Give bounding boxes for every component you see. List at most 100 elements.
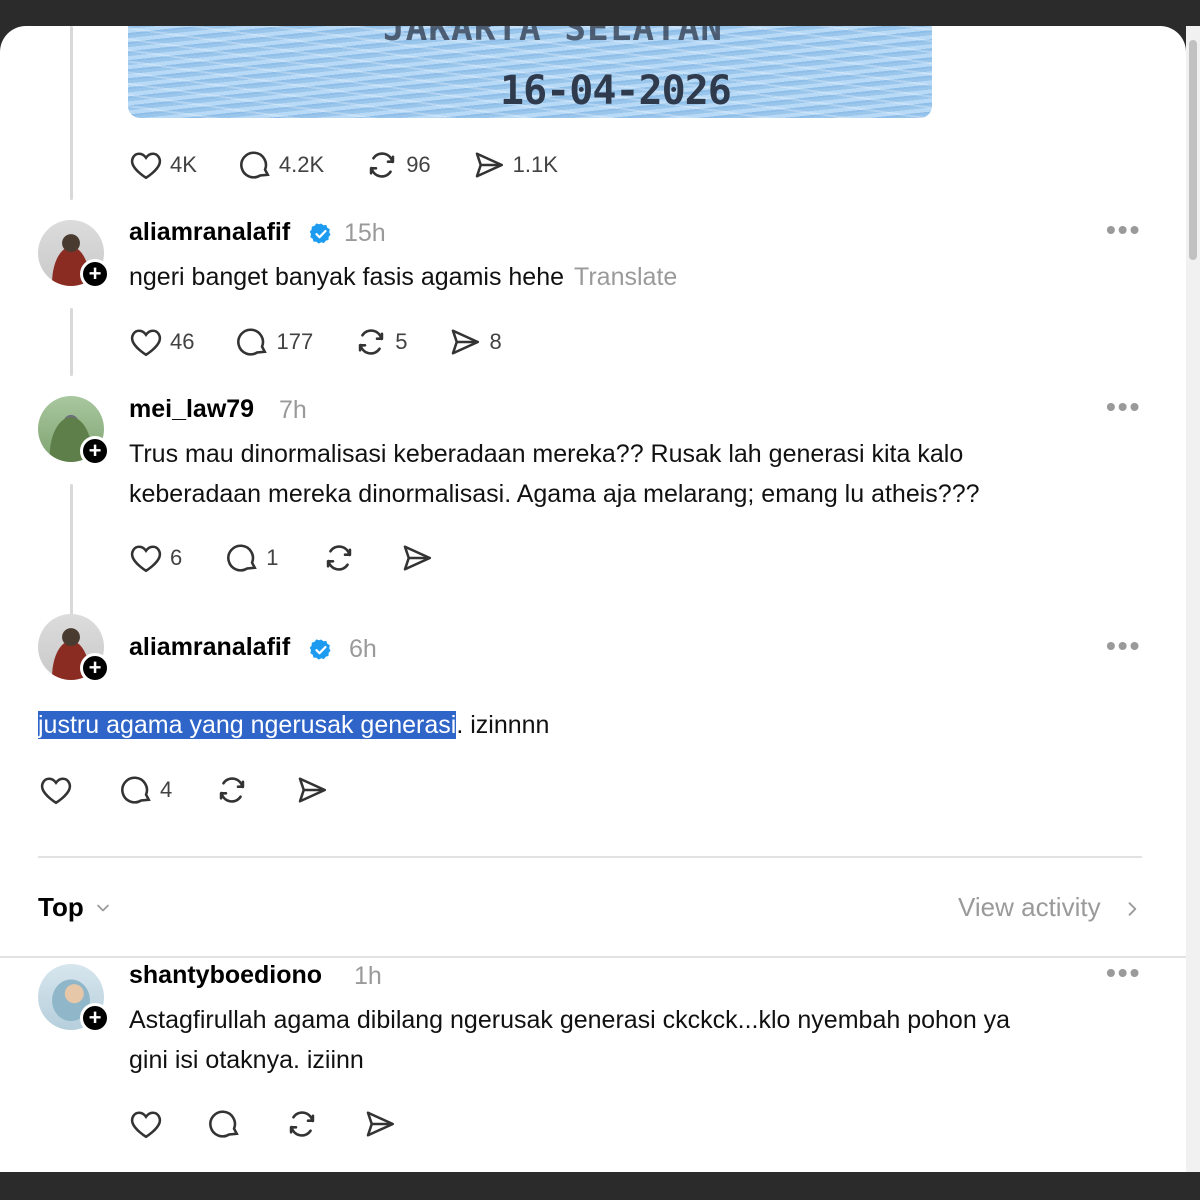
repost-button[interactable] xyxy=(284,1106,320,1142)
comment-icon xyxy=(237,328,268,356)
chevron-right-icon[interactable] xyxy=(1122,898,1142,920)
username[interactable]: mei_law79 xyxy=(129,395,254,424)
share-button[interactable]: 1.1K xyxy=(471,147,558,183)
share-button[interactable]: 8 xyxy=(447,324,502,360)
repost-button[interactable]: 5 xyxy=(353,324,407,360)
reply-action-bar: 46 177 5 8 xyxy=(128,322,502,362)
image-text-date: 16-04-2026 xyxy=(500,68,732,114)
thread-line xyxy=(70,484,73,620)
selected-text[interactable]: justru agama yang ngerusak generasi xyxy=(38,711,457,739)
like-count: 46 xyxy=(170,329,195,354)
heart-icon xyxy=(130,1111,162,1139)
timestamp: 15h xyxy=(344,219,386,247)
like-button[interactable] xyxy=(128,1106,164,1142)
view-activity-link[interactable]: View activity xyxy=(958,892,1101,923)
comment-action-bar xyxy=(128,1104,398,1144)
translate-link[interactable]: Translate xyxy=(574,263,677,291)
reply-text: ngeri banget banyak fasis agamis hehe Tra… xyxy=(129,257,677,297)
reply-button[interactable]: 177 xyxy=(234,324,313,360)
username[interactable]: aliamranalafif xyxy=(129,633,290,662)
more-options-icon[interactable]: ••• xyxy=(1106,957,1141,989)
like-button[interactable]: 46 xyxy=(128,324,194,360)
heart-icon xyxy=(130,152,162,180)
reply-button[interactable]: 4 xyxy=(118,772,172,808)
send-icon xyxy=(298,777,327,803)
send-icon xyxy=(403,545,431,571)
timestamp: 6h xyxy=(349,635,377,663)
more-options-icon[interactable]: ••• xyxy=(1106,214,1141,246)
post-image[interactable]: JAKARTA SELATAN 16-04-2026 xyxy=(128,26,932,118)
share-button[interactable] xyxy=(294,772,330,808)
reply-count: 4.2K xyxy=(278,152,325,177)
comment-text-line-1: Astagfirullah agama dibilang ngerusak ge… xyxy=(129,1006,1011,1034)
repost-icon xyxy=(220,777,245,803)
follow-plus-icon[interactable]: + xyxy=(80,653,110,683)
divider xyxy=(0,956,1186,958)
reply-count: 1 xyxy=(266,545,279,570)
sort-dropdown[interactable]: Top xyxy=(38,892,84,923)
comment-icon xyxy=(209,1110,239,1138)
reply-text: justru agama yang ngerusak generasi. izi… xyxy=(38,705,549,745)
like-count: 6 xyxy=(170,545,183,570)
reply-action-bar: 4 xyxy=(38,770,330,810)
share-count: 1.1K xyxy=(512,152,558,177)
heart-icon xyxy=(130,545,162,573)
chevron-down-icon[interactable] xyxy=(93,898,113,918)
comment-icon xyxy=(240,151,270,179)
share-button[interactable] xyxy=(362,1106,398,1142)
thread-line xyxy=(70,26,73,200)
repost-icon xyxy=(289,1111,315,1137)
post-action-bar: 4K 4.2K 96 1.1K xyxy=(128,145,558,185)
timestamp: 1h xyxy=(354,962,382,990)
repost-button[interactable]: 96 xyxy=(364,147,431,183)
reply-button[interactable]: 1 xyxy=(224,540,279,576)
repost-button[interactable] xyxy=(321,540,357,576)
like-button[interactable] xyxy=(38,772,74,808)
reply-count: 177 xyxy=(276,329,314,354)
share-button[interactable] xyxy=(399,540,435,576)
reply-action-bar: 6 1 xyxy=(128,538,435,578)
window-top-bar xyxy=(0,0,1200,26)
send-icon xyxy=(366,1111,395,1137)
comment-text-line-2: gini isi otaknya. iziinn xyxy=(129,1046,364,1074)
verified-badge-icon xyxy=(309,223,331,244)
reply-button[interactable] xyxy=(206,1106,242,1142)
window-bottom-bar xyxy=(0,1172,1200,1200)
like-button[interactable]: 6 xyxy=(128,540,182,576)
repost-icon xyxy=(358,329,384,355)
repost-icon xyxy=(326,545,351,571)
username[interactable]: shantyboediono xyxy=(129,961,322,990)
share-count: 8 xyxy=(489,329,502,354)
repost-count: 5 xyxy=(395,329,408,354)
follow-plus-icon[interactable]: + xyxy=(80,259,110,289)
repost-button[interactable] xyxy=(214,772,250,808)
repost-icon xyxy=(369,152,395,178)
divider xyxy=(38,856,1142,858)
reply-text-content: ngeri banget banyak fasis agamis hehe xyxy=(129,263,565,291)
follow-plus-icon[interactable]: + xyxy=(80,436,110,466)
comment-icon xyxy=(121,776,151,804)
verified-badge-icon xyxy=(309,639,331,660)
reply-button[interactable]: 4.2K xyxy=(237,147,324,183)
follow-plus-icon[interactable]: + xyxy=(80,1003,110,1033)
send-icon xyxy=(452,329,480,355)
send-icon xyxy=(475,152,503,178)
heart-icon xyxy=(130,329,162,357)
more-options-icon[interactable]: ••• xyxy=(1106,630,1141,662)
timestamp: 7h xyxy=(279,396,307,424)
thread-panel: JAKARTA SELATAN 16-04-2026 4K 4.2K 96 1.… xyxy=(0,26,1186,1172)
image-text-city: JAKARTA SELATAN xyxy=(383,26,724,49)
thread-line xyxy=(70,308,73,376)
more-options-icon[interactable]: ••• xyxy=(1106,391,1141,423)
scrollbar-thumb[interactable] xyxy=(1189,40,1197,260)
heart-icon xyxy=(40,777,72,805)
repost-count: 96 xyxy=(406,152,431,177)
username[interactable]: aliamranalafif xyxy=(129,218,290,247)
reply-count: 4 xyxy=(160,777,173,802)
like-count: 4K xyxy=(170,152,197,177)
like-button[interactable]: 4K xyxy=(128,147,197,183)
reply-text-line-2: keberadaan mereka dinormalisasi. Agama a… xyxy=(129,480,980,508)
reply-text-line-1: Trus mau dinormalisasi keberadaan mereka… xyxy=(129,440,964,468)
comment-icon xyxy=(227,544,258,572)
reply-text-rest: . izinnnn xyxy=(456,711,550,739)
